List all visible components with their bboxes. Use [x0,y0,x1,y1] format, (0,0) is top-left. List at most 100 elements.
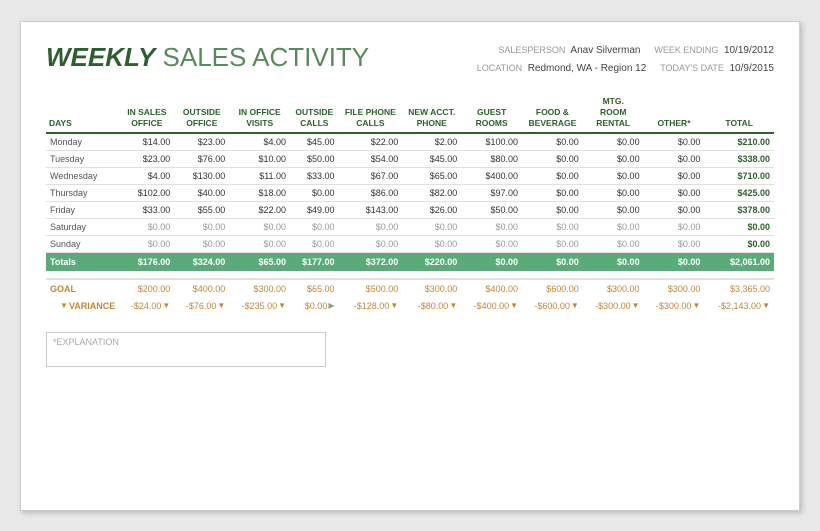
col-other: OTHER* [644,93,705,133]
data-cell: $18.00 [229,184,290,201]
data-cell: $11.00 [229,167,290,184]
data-cell: $0.00 [119,235,174,252]
variance-row: ▼ VARIANCE-$24.00 ▼-$76.00 ▼-$235.00 ▼$0… [46,298,774,314]
data-cell: $0.00 [704,235,774,252]
table-row: Tuesday$23.00$76.00$10.00$50.00$54.00$45… [46,150,774,167]
goal-cell: $300.00 [229,279,290,298]
data-cell: $710.00 [704,167,774,184]
data-cell: $0.00 [583,167,644,184]
day-cell: Monday [46,133,119,151]
separator-row [46,271,774,279]
week-ending-label: WEEK ENDING [654,45,718,55]
total-cell: $220.00 [402,252,461,271]
data-cell: $0.00 [583,184,644,201]
weekly-sales-page: WEEKLY SALES ACTIVITY SALESPERSON Anav S… [20,21,800,511]
variance-cell: -$300.00 ▼ [644,298,705,314]
data-cell: $23.00 [119,150,174,167]
data-cell: $425.00 [704,184,774,201]
variance-cell: -$80.00 ▼ [402,298,461,314]
day-cell: Tuesday [46,150,119,167]
todays-date-label: TODAY'S DATE [660,63,724,73]
data-cell: $54.00 [338,150,402,167]
data-cell: $0.00 [644,167,705,184]
page-title: WEEKLY SALES ACTIVITY [46,42,369,73]
data-cell: $97.00 [461,184,522,201]
sales-table: DAYS IN SALESOFFICE OUTSIDEOFFICE IN OFF… [46,93,774,314]
goal-cell: $600.00 [522,279,583,298]
table-row: Friday$33.00$55.00$22.00$49.00$143.00$26… [46,201,774,218]
data-cell: $49.00 [290,201,338,218]
col-file-phone-calls: FILE PHONECALLS [338,93,402,133]
data-cell: $22.00 [338,133,402,151]
data-cell: $0.00 [522,235,583,252]
col-room-rental: MTG.ROOMRENTAL [583,93,644,133]
data-cell: $0.00 [522,218,583,235]
location-value: Redmond, WA - Region 12 [528,63,647,74]
data-cell: $0.00 [174,235,229,252]
data-cell: $0.00 [119,218,174,235]
data-cell: $0.00 [338,218,402,235]
total-cell: $0.00 [522,252,583,271]
data-cell: $22.00 [229,201,290,218]
goal-cell: $300.00 [402,279,461,298]
table-row: Sunday$0.00$0.00$0.00$0.00$0.00$0.00$0.0… [46,235,774,252]
data-cell: $0.00 [583,133,644,151]
total-cell: $177.00 [290,252,338,271]
data-cell: $0.00 [522,201,583,218]
week-ending-value: 10/19/2012 [724,45,774,56]
data-cell: $400.00 [461,167,522,184]
col-in-office-visits: IN OFFICEVISITS [229,93,290,133]
data-cell: $0.00 [644,201,705,218]
data-cell: $40.00 [174,184,229,201]
goal-cell: $300.00 [644,279,705,298]
goal-cell: $400.00 [174,279,229,298]
data-cell: $0.00 [402,218,461,235]
data-cell: $45.00 [290,133,338,151]
header-row: WEEKLY SALES ACTIVITY SALESPERSON Anav S… [46,42,774,78]
data-cell: $100.00 [461,133,522,151]
explanation-placeholder: *EXPLANATION [53,337,119,347]
data-cell: $2.00 [402,133,461,151]
salesperson-row: SALESPERSON Anav Silverman WEEK ENDING 1… [477,42,774,60]
totals-row: Totals$176.00$324.00$65.00$177.00$372.00… [46,252,774,271]
variance-cell: -$235.00 ▼ [229,298,290,314]
data-cell: $0.00 [461,218,522,235]
goal-label: GOAL [46,279,119,298]
data-cell: $50.00 [461,201,522,218]
total-cell: $2,061.00 [704,252,774,271]
data-cell: $26.00 [402,201,461,218]
data-cell: $55.00 [174,201,229,218]
day-cell: Wednesday [46,167,119,184]
data-cell: $0.00 [583,201,644,218]
salesperson-label: SALESPERSON [498,45,565,55]
total-cell: $0.00 [461,252,522,271]
data-cell: $23.00 [174,133,229,151]
variance-cell: -$24.00 ▼ [119,298,174,314]
column-header-row: DAYS IN SALESOFFICE OUTSIDEOFFICE IN OFF… [46,93,774,133]
data-cell: $0.00 [583,218,644,235]
data-cell: $86.00 [338,184,402,201]
col-in-sales-office: IN SALESOFFICE [119,93,174,133]
data-cell: $0.00 [704,218,774,235]
title-bold: WEEKLY [46,42,155,72]
variance-cell: -$2,143.00 ▼ [704,298,774,314]
data-cell: $0.00 [290,184,338,201]
total-cell: $0.00 [644,252,705,271]
data-cell: $65.00 [402,167,461,184]
col-new-acct-phone: NEW ACCT.PHONE [402,93,461,133]
data-cell: $0.00 [644,235,705,252]
table-body: Monday$14.00$23.00$4.00$45.00$22.00$2.00… [46,133,774,314]
explanation-box[interactable]: *EXPLANATION [46,332,326,367]
col-food-beverage: FOOD &BEVERAGE [522,93,583,133]
data-cell: $0.00 [461,235,522,252]
data-cell: $45.00 [402,150,461,167]
data-cell: $67.00 [338,167,402,184]
data-cell: $0.00 [644,133,705,151]
goal-row: GOAL$200.00$400.00$300.00$65.00$500.00$3… [46,279,774,298]
title-normal: SALES ACTIVITY [155,42,369,72]
data-cell: $0.00 [522,150,583,167]
goal-cell: $400.00 [461,279,522,298]
data-cell: $0.00 [644,150,705,167]
data-cell: $0.00 [229,235,290,252]
variance-cell: $0.00 ▶ [290,298,338,314]
